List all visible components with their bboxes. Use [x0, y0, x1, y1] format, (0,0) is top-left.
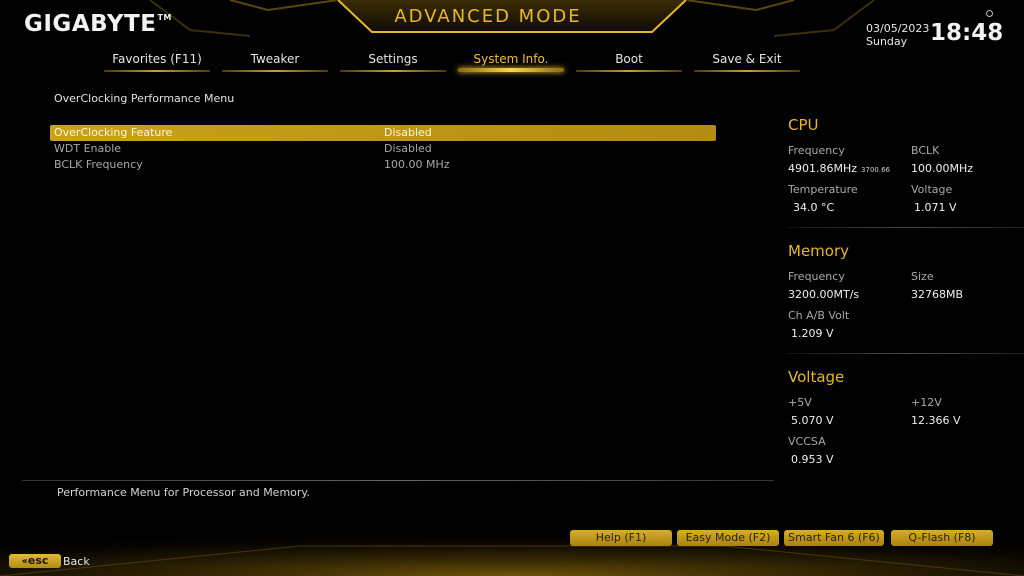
help-divider	[22, 480, 774, 481]
voltage-5v: +5V 5.070 V	[788, 396, 834, 432]
voltage-12v-label: +12V	[911, 396, 942, 409]
memory-frequency: Frequency 3200.00MT/s	[788, 270, 859, 306]
voltage-vccsa: VCCSA 0.953 V	[788, 435, 834, 471]
esc-label: esc	[27, 554, 49, 567]
voltage-vccsa-value: 0.953 V	[791, 453, 834, 466]
cpu-voltage-label: Voltage	[911, 183, 953, 196]
cpu-frequency-main: 4901.86MHz	[788, 162, 858, 175]
trademark-mark: TM	[157, 13, 172, 22]
mode-title: ADVANCED MODE	[394, 6, 582, 27]
memory-volt-label: Ch A/B Volt	[788, 309, 850, 322]
cpu-bclk-label: BCLK	[911, 144, 940, 157]
cpu-panel: CPU Frequency 4901.86MHz 3700.66 BCLK 100…	[788, 116, 1018, 230]
voltage-vccsa-label: VCCSA	[788, 435, 826, 448]
cpu-voltage: Voltage 1.071 V	[911, 183, 957, 219]
cpu-grid: Frequency 4901.86MHz 3700.66 BCLK 100.00M…	[788, 140, 1018, 230]
panel-divider	[788, 227, 1024, 228]
setting-label: BCLK Frequency	[54, 158, 143, 171]
easy-mode-button[interactable]: Easy Mode (F2)	[677, 530, 779, 546]
memory-panel: Memory Frequency 3200.00MT/s Size 32768M…	[788, 242, 1018, 356]
memory-volt: Ch A/B Volt 1.209 V	[788, 309, 849, 345]
panel-divider	[788, 353, 1024, 354]
tab-tweaker[interactable]: Tweaker	[220, 50, 330, 72]
memory-title: Memory	[788, 242, 850, 260]
cpu-frequency-value: 4901.86MHz 3700.66	[788, 162, 890, 180]
tab-save-exit[interactable]: Save & Exit	[692, 50, 802, 72]
cpu-temperature-label: Temperature	[788, 183, 858, 196]
date-text: 03/05/2023	[866, 22, 930, 35]
voltage-panel: Voltage +5V 5.070 V +12V 12.366 V VCCSA …	[788, 368, 1018, 482]
tab-favorites[interactable]: Favorites (F11)	[102, 50, 212, 72]
voltage-12v-value: 12.366 V	[911, 414, 961, 427]
memory-grid: Frequency 3200.00MT/s Size 32768MB Ch A/…	[788, 266, 1018, 356]
smart-fan-button[interactable]: Smart Fan 6 (F6)	[784, 530, 884, 546]
registered-icon	[986, 10, 993, 17]
cpu-frequency: Frequency 4901.86MHz 3700.66	[788, 144, 890, 180]
cpu-temperature-value: 34.0 °C	[793, 201, 835, 214]
cpu-temperature: Temperature 34.0 °C	[788, 183, 858, 219]
memory-size: Size 32768MB	[911, 270, 963, 306]
cpu-frequency-label: Frequency	[788, 144, 845, 157]
main-tabs: Favorites (F11) Tweaker Settings System …	[100, 50, 804, 74]
settings-list: OverClocking Feature Disabled WDT Enable…	[50, 125, 716, 173]
cpu-bclk-value: 100.00MHz	[911, 162, 974, 175]
help-button[interactable]: Help (F1)	[570, 530, 672, 546]
gigabyte-logo: GIGABYTETM	[24, 11, 172, 37]
help-description: Performance Menu for Processor and Memor…	[57, 486, 310, 499]
brand-text: GIGABYTE	[24, 11, 157, 37]
memory-size-label: Size	[911, 270, 934, 283]
setting-label: OverClocking Feature	[54, 126, 173, 139]
cpu-bclk: BCLK 100.00MHz	[911, 144, 973, 180]
tab-boot[interactable]: Boot	[574, 50, 684, 72]
setting-value: Disabled	[384, 126, 432, 139]
setting-value: 100.00 MHz	[384, 158, 450, 171]
voltage-5v-label: +5V	[788, 396, 812, 409]
cpu-voltage-value: 1.071 V	[914, 201, 957, 214]
esc-button[interactable]: ‹‹ esc	[9, 554, 61, 568]
memory-frequency-value: 3200.00MT/s	[788, 288, 860, 301]
q-flash-button[interactable]: Q-Flash (F8)	[891, 530, 993, 546]
clock-time: 18:48	[930, 20, 1004, 46]
weekday-text: Sunday	[866, 35, 908, 48]
memory-volt-value: 1.209 V	[791, 327, 834, 340]
setting-row-wdt-enable[interactable]: WDT Enable Disabled	[50, 141, 716, 157]
voltage-title: Voltage	[788, 368, 845, 386]
page-title: OverClocking Performance Menu	[54, 92, 235, 105]
tab-settings[interactable]: Settings	[338, 50, 448, 72]
cpu-frequency-sub: 3700.66	[861, 166, 890, 174]
date-display: 03/05/2023 Sunday	[866, 22, 929, 48]
cpu-title: CPU	[788, 116, 819, 134]
back-label[interactable]: Back	[63, 555, 90, 568]
setting-row-bclk-frequency[interactable]: BCLK Frequency 100.00 MHz	[50, 157, 716, 173]
setting-row-overclocking-feature[interactable]: OverClocking Feature Disabled	[50, 125, 716, 141]
voltage-5v-value: 5.070 V	[791, 414, 834, 427]
tab-system-info[interactable]: System Info.	[456, 50, 566, 72]
setting-label: WDT Enable	[54, 142, 122, 155]
voltage-grid: +5V 5.070 V +12V 12.366 V VCCSA 0.953 V	[788, 392, 1018, 482]
memory-size-value: 32768MB	[911, 288, 964, 301]
bios-screen: GIGABYTETM ADVANCED MODE 03/05/2023 Sund…	[0, 0, 1024, 576]
voltage-12v: +12V 12.366 V	[911, 396, 961, 432]
setting-value: Disabled	[384, 142, 432, 155]
memory-frequency-label: Frequency	[788, 270, 845, 283]
double-chevron-left-icon: ‹‹	[21, 556, 28, 567]
